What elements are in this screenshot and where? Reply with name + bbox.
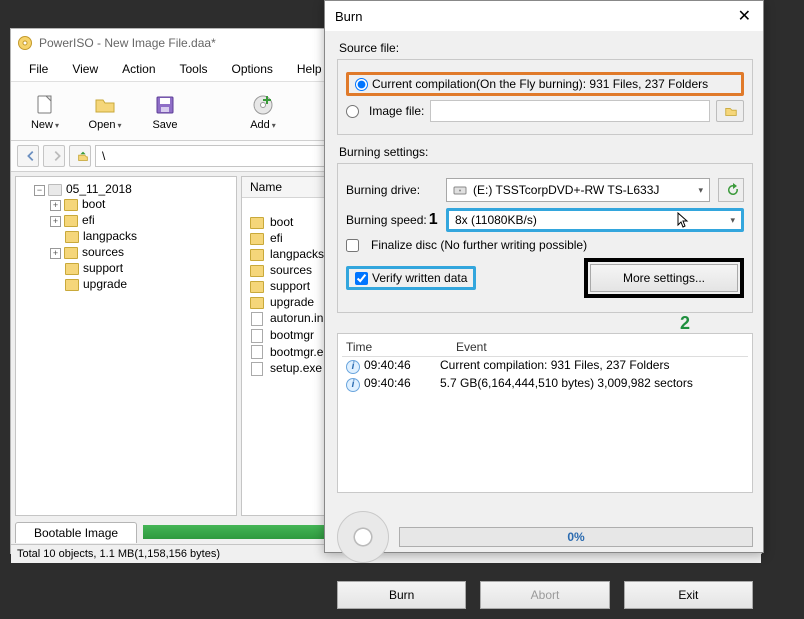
- add-label: Add: [250, 119, 270, 131]
- annotation-2: 2: [680, 313, 690, 334]
- dialog-title-bar: Burn ✕: [325, 1, 763, 31]
- radio-image-label: Image file:: [369, 104, 424, 118]
- folder-icon: [250, 265, 264, 277]
- info-icon: i: [346, 360, 360, 374]
- info-icon: i: [346, 378, 360, 392]
- log-panel: Time Event i09:40:46 Current compilation…: [337, 333, 753, 493]
- verify-checkbox[interactable]: [355, 272, 368, 285]
- folder-icon: [65, 231, 79, 243]
- drive-icon: [453, 184, 467, 196]
- more-settings-button[interactable]: More settings...: [590, 264, 738, 292]
- speed-value: 8x (11080KB/s): [455, 213, 676, 227]
- collapse-icon[interactable]: −: [34, 185, 45, 196]
- save-icon: [153, 93, 177, 117]
- verify-label: Verify written data: [372, 271, 467, 285]
- folder-icon: [250, 217, 264, 229]
- nav-back-button[interactable]: [17, 145, 39, 167]
- folder-icon: [65, 263, 79, 275]
- menu-options[interactable]: Options: [222, 59, 283, 79]
- folder-icon: [250, 281, 264, 293]
- save-label: Save: [152, 119, 177, 131]
- expand-icon[interactable]: +: [50, 248, 61, 259]
- file-icon: [251, 312, 263, 326]
- annotation-1: 1: [429, 211, 438, 228]
- add-icon: [251, 93, 275, 117]
- add-button[interactable]: Add▾: [237, 88, 289, 134]
- burning-settings-label: Burning settings:: [339, 145, 753, 159]
- folder-icon: [64, 215, 78, 227]
- menu-view[interactable]: View: [62, 59, 108, 79]
- tree-root-label: 05_11_2018: [66, 182, 132, 196]
- cursor-icon: [676, 212, 690, 228]
- log-header-time: Time: [346, 340, 416, 354]
- finalize-label: Finalize disc (No further writing possib…: [371, 238, 587, 252]
- drive-label: Burning drive:: [346, 183, 438, 197]
- new-file-icon: [33, 93, 57, 117]
- drive-icon: [48, 184, 62, 196]
- exit-button[interactable]: Exit: [624, 581, 753, 609]
- image-file-input[interactable]: [430, 100, 710, 122]
- abort-button: Abort: [480, 581, 609, 609]
- app-icon: [17, 35, 33, 51]
- folder-tree[interactable]: −05_11_2018 +boot +efi langpacks +source…: [15, 176, 237, 516]
- disc-icon: [337, 511, 389, 563]
- open-button[interactable]: Open▾: [79, 88, 131, 134]
- browse-button[interactable]: [716, 100, 744, 122]
- radio-current-label: Current compilation(On the Fly burning):…: [372, 77, 708, 91]
- open-folder-icon: [93, 93, 117, 117]
- finalize-checkbox[interactable]: [346, 239, 359, 252]
- menu-action[interactable]: Action: [112, 59, 165, 79]
- close-icon[interactable]: ✕: [734, 6, 755, 26]
- burning-speed-select[interactable]: 8x (11080KB/s) ▾: [446, 208, 744, 232]
- speed-label: Burning speed:1: [346, 211, 438, 229]
- radio-current-compilation[interactable]: [355, 78, 368, 91]
- dialog-title: Burn: [335, 9, 362, 24]
- source-file-label: Source file:: [339, 41, 753, 55]
- chevron-down-icon: ▾: [698, 185, 703, 196]
- open-label: Open: [89, 119, 116, 131]
- folder-icon: [64, 247, 78, 259]
- burn-dialog: Burn ✕ Source file: Current compilation(…: [324, 0, 764, 553]
- folder-icon: [64, 199, 78, 211]
- log-row: i09:40:46 Current compilation: 931 Files…: [342, 357, 748, 375]
- progress-area: 0%: [337, 511, 753, 563]
- folder-icon: [250, 233, 264, 245]
- folder-icon: [250, 249, 264, 261]
- burning-drive-select[interactable]: (E:) TSSTcorpDVD+-RW TS-L633J ▾: [446, 178, 710, 202]
- new-button[interactable]: New▾: [19, 88, 71, 134]
- window-title: PowerISO - New Image File.daa*: [39, 36, 216, 50]
- chevron-down-icon: ▾: [730, 215, 735, 226]
- expand-icon[interactable]: +: [50, 200, 61, 211]
- folder-icon: [65, 279, 79, 291]
- menu-tools[interactable]: Tools: [170, 59, 218, 79]
- nav-forward-button[interactable]: [43, 145, 65, 167]
- menu-file[interactable]: File: [19, 59, 58, 79]
- file-icon: [251, 329, 263, 343]
- file-icon: [251, 345, 263, 359]
- source-file-group: Current compilation(On the Fly burning):…: [337, 59, 753, 135]
- new-label: New: [31, 119, 53, 131]
- save-button[interactable]: Save: [139, 88, 191, 134]
- file-icon: [251, 362, 263, 376]
- radio-image-file[interactable]: [346, 105, 359, 118]
- folder-icon: [250, 297, 264, 309]
- drive-value: (E:) TSSTcorpDVD+-RW TS-L633J: [473, 183, 692, 197]
- log-row: i09:40:46 5.7 GB(6,164,444,510 bytes) 3,…: [342, 375, 748, 393]
- tab-bootable-image[interactable]: Bootable Image: [15, 522, 137, 543]
- log-header-event: Event: [456, 340, 487, 354]
- expand-icon[interactable]: +: [50, 216, 61, 227]
- progress-bar: 0%: [399, 527, 753, 547]
- burning-settings-group: Burning drive: (E:) TSSTcorpDVD+-RW TS-L…: [337, 163, 753, 313]
- refresh-drive-button[interactable]: [718, 178, 744, 202]
- nav-up-button[interactable]: [69, 145, 91, 167]
- burn-button[interactable]: Burn: [337, 581, 466, 609]
